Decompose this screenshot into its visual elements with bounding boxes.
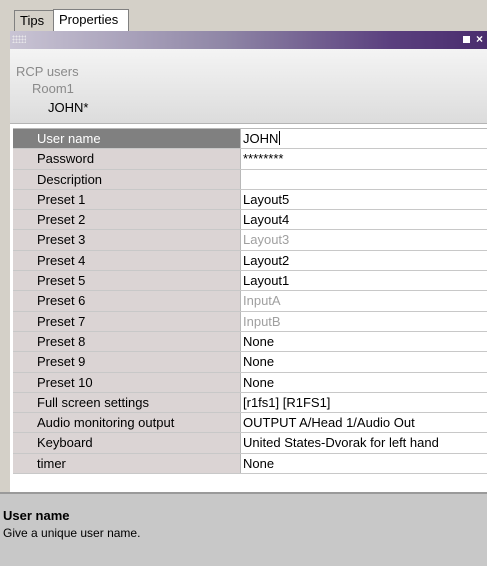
breadcrumb: RCP users Room1 JOHN* — [10, 49, 487, 124]
property-value-text: Layout2 — [243, 252, 290, 268]
property-name[interactable]: Preset 2 — [13, 210, 241, 230]
property-value[interactable]: Layout4 — [241, 210, 487, 230]
property-name[interactable]: Full screen settings — [13, 392, 241, 413]
property-row[interactable]: Preset 3 Layout3 — [13, 230, 487, 251]
property-row[interactable]: Preset 10 None — [13, 372, 487, 393]
property-value-text: United States-Dvorak for left hand — [243, 435, 439, 451]
property-value-text: Layout5 — [243, 191, 290, 207]
property-row[interactable]: Preset 1 Layout5 — [13, 189, 487, 211]
property-value-text: Layout1 — [243, 273, 290, 289]
property-name[interactable]: Preset 3 — [13, 230, 241, 250]
description-pane: User name Give a unique user name. — [0, 492, 487, 566]
panel-titlebar[interactable]: × — [10, 31, 487, 49]
property-value[interactable] — [241, 169, 487, 189]
property-name[interactable]: timer — [13, 453, 241, 474]
property-row[interactable]: Preset 2 Layout4 — [13, 210, 487, 231]
drag-grip-icon[interactable] — [12, 35, 26, 43]
property-value-text: ******** — [243, 151, 284, 167]
tab-properties[interactable]: Properties — [53, 9, 129, 31]
property-value[interactable]: None — [241, 331, 487, 352]
property-name[interactable]: Description — [13, 169, 241, 189]
property-name[interactable]: Password — [13, 149, 241, 169]
property-value[interactable]: ******** — [241, 149, 487, 169]
property-row[interactable]: Preset 9 None — [13, 352, 487, 373]
description-title: User name — [3, 508, 70, 523]
property-value[interactable]: Layout1 — [241, 271, 487, 291]
tab-tips[interactable]: Tips — [14, 10, 54, 31]
property-value[interactable]: None — [241, 372, 487, 392]
property-name[interactable]: Keyboard — [13, 433, 241, 453]
property-value-text: None — [243, 333, 275, 349]
property-value[interactable]: Layout5 — [241, 189, 487, 210]
property-row[interactable]: Preset 5 Layout1 — [13, 271, 487, 292]
property-row[interactable]: Preset 6 InputA — [13, 291, 487, 312]
left-gutter — [0, 31, 10, 492]
tab-properties-label: Properties — [59, 12, 119, 27]
property-value-text: InputA — [243, 293, 281, 309]
close-icon[interactable]: × — [476, 33, 487, 46]
property-row[interactable]: Password ******** — [13, 149, 487, 170]
property-value[interactable]: [r1fs1] [R1FS1] — [241, 392, 487, 413]
breadcrumb-root[interactable]: RCP users — [16, 64, 79, 79]
property-value[interactable]: JOHN — [241, 129, 487, 149]
property-value-text: Layout4 — [243, 212, 290, 228]
property-value[interactable]: InputA — [241, 291, 487, 311]
property-value-text: None — [243, 455, 275, 471]
property-value[interactable]: InputB — [241, 311, 487, 331]
property-value[interactable]: OUTPUT A/Head 1/Audio Out — [241, 413, 487, 433]
property-grid: User name JOHN Password ******** Description… — [10, 124, 487, 492]
tab-strip: Tips Properties — [0, 0, 487, 31]
property-value[interactable]: None — [241, 352, 487, 372]
property-name[interactable]: Preset 6 — [13, 291, 241, 311]
property-row[interactable]: Preset 4 Layout2 — [13, 250, 487, 272]
property-row[interactable]: timer None — [13, 453, 487, 475]
property-row[interactable]: Audio monitoring output OUTPUT A/Head 1/A… — [13, 413, 487, 434]
property-name[interactable]: Preset 10 — [13, 372, 241, 392]
property-name[interactable]: Preset 7 — [13, 311, 241, 331]
property-value-text: JOHN — [243, 131, 279, 146]
property-row[interactable]: Keyboard United States-Dvorak for left ha… — [13, 433, 487, 454]
text-caret — [279, 131, 281, 145]
property-row[interactable]: Preset 7 InputB — [13, 311, 487, 332]
property-value[interactable]: Layout3 — [241, 230, 487, 250]
property-value-text: Layout3 — [243, 232, 290, 248]
property-value[interactable]: Layout2 — [241, 250, 487, 271]
property-value-text: None — [243, 374, 275, 390]
property-value-text: None — [243, 354, 275, 370]
property-value-text: [r1fs1] [R1FS1] — [243, 394, 331, 410]
property-value[interactable]: United States-Dvorak for left hand — [241, 433, 487, 453]
property-row[interactable]: Full screen settings [r1fs1] [R1FS1] — [13, 392, 487, 414]
breadcrumb-room[interactable]: Room1 — [32, 81, 74, 96]
property-name[interactable]: Preset 4 — [13, 250, 241, 271]
tab-tips-label: Tips — [20, 13, 45, 28]
property-row[interactable]: User name JOHN — [13, 129, 487, 150]
property-row[interactable]: Preset 8 None — [13, 331, 487, 353]
property-value[interactable]: None — [241, 453, 487, 474]
property-name[interactable]: User name — [13, 129, 241, 149]
property-row[interactable]: Description — [13, 169, 487, 190]
property-name[interactable]: Preset 1 — [13, 189, 241, 210]
property-name[interactable]: Preset 8 — [13, 331, 241, 352]
property-list: User name JOHN Password ******** Description… — [13, 128, 487, 475]
property-name[interactable]: Audio monitoring output — [13, 413, 241, 433]
breadcrumb-user: JOHN* — [48, 100, 89, 115]
property-value-text: OUTPUT A/Head 1/Audio Out — [243, 415, 415, 431]
property-name[interactable]: Preset 5 — [13, 271, 241, 291]
description-text: Give a unique user name. — [3, 526, 141, 540]
property-value-text: InputB — [243, 313, 281, 329]
maximize-icon[interactable] — [462, 34, 474, 46]
property-name[interactable]: Preset 9 — [13, 352, 241, 372]
